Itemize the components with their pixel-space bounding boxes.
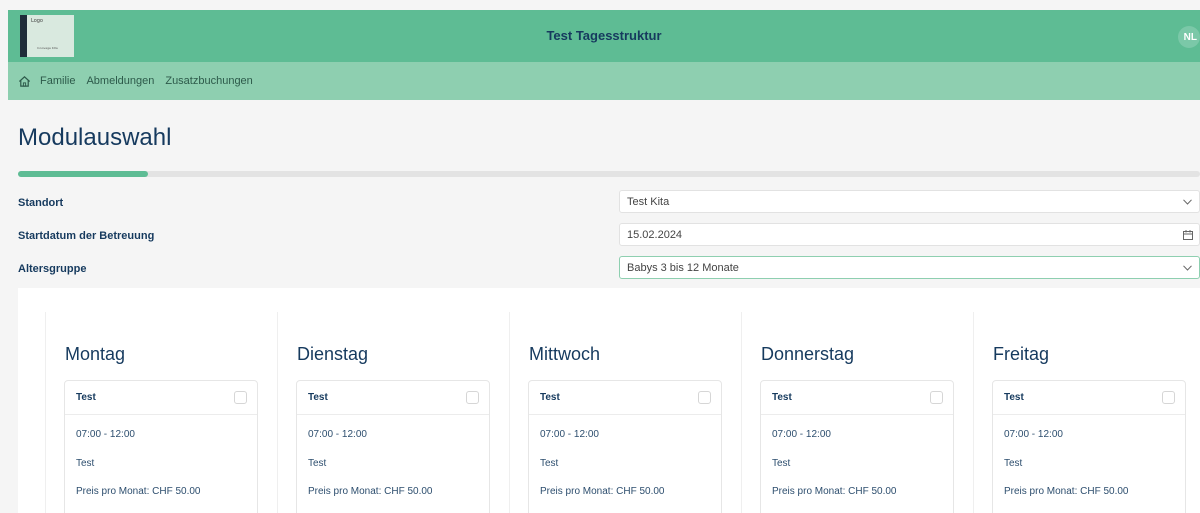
chevron-down-icon — [1182, 196, 1193, 207]
day-column-freitag: Freitag Test 07:00 - 12:00 Test Preis pr… — [973, 312, 1200, 513]
logo-text: Logo — [31, 18, 43, 24]
module-time: 07:00 - 12:00 — [308, 429, 367, 440]
module-price: Preis pro Monat: CHF 50.00 — [772, 486, 897, 497]
day-title: Dienstag — [297, 344, 369, 364]
module-description: Test — [540, 458, 559, 469]
app-title: Test Tagesstruktur — [546, 28, 662, 43]
startdatum-label: Startdatum der Betreuung — [18, 230, 155, 242]
nav-bar: Familie Abmeldungen Zusatzbuchungen — [8, 62, 1200, 100]
module-time: 07:00 - 12:00 — [76, 429, 135, 440]
altersgruppe-value: Babys 3 bis 12 Monate — [627, 261, 739, 274]
day-title: Donnerstag — [761, 344, 855, 364]
day-column-dienstag: Dienstag Test 07:00 - 12:00 Test Preis p… — [277, 312, 509, 513]
card-header: Test — [993, 381, 1185, 415]
module-description: Test — [76, 458, 95, 469]
module-card[interactable]: Test 07:00 - 12:00 Test Preis pro Monat:… — [64, 380, 258, 513]
module-price: Preis pro Monat: CHF 50.00 — [308, 486, 433, 497]
standort-value: Test Kita — [627, 195, 670, 208]
module-card[interactable]: Test 07:00 - 12:00 Test Preis pro Monat:… — [528, 380, 722, 513]
module-name: Test — [540, 392, 560, 403]
day-title: Montag — [65, 344, 126, 364]
module-checkbox[interactable] — [234, 391, 247, 404]
module-time: 07:00 - 12:00 — [772, 429, 831, 440]
progress-fill — [18, 171, 149, 177]
module-price: Preis pro Monat: CHF 50.00 — [540, 486, 665, 497]
module-price: Preis pro Monat: CHF 50.00 — [76, 486, 201, 497]
day-column-montag: Montag Test 07:00 - 12:00 Test Preis pro… — [45, 312, 277, 513]
module-price: Preis pro Monat: CHF 50.00 — [1004, 486, 1129, 497]
module-time: 07:00 - 12:00 — [540, 429, 599, 440]
standort-select[interactable]: Test Kita — [619, 190, 1200, 213]
altersgruppe-select[interactable]: Babys 3 bis 12 Monate — [619, 256, 1200, 279]
module-name: Test — [1004, 392, 1024, 403]
module-time: 07:00 - 12:00 — [1004, 429, 1063, 440]
page-title: Modulauswahl — [18, 124, 172, 151]
logo-subtext: Innovage Kita — [37, 46, 58, 50]
module-name: Test — [76, 392, 96, 403]
day-title: Freitag — [993, 344, 1050, 364]
chevron-down-icon — [1182, 262, 1193, 273]
user-avatar[interactable]: NL — [1178, 26, 1200, 48]
module-description: Test — [772, 458, 791, 469]
calendar-icon[interactable] — [1182, 229, 1193, 240]
module-checkbox[interactable] — [930, 391, 943, 404]
top-bar: Logo Innovage Kita Test Tagesstruktur NL — [8, 10, 1200, 62]
card-header: Test — [65, 381, 257, 415]
nav-link-abmeldungen[interactable]: Abmeldungen — [86, 75, 154, 87]
startdatum-value: 15.02.2024 — [627, 228, 683, 241]
card-header: Test — [529, 381, 721, 415]
module-checkbox[interactable] — [698, 391, 711, 404]
day-column-mittwoch: Mittwoch Test 07:00 - 12:00 Test Preis p… — [509, 312, 741, 513]
module-checkbox[interactable] — [1162, 391, 1175, 404]
card-header: Test — [297, 381, 489, 415]
module-panel: Montag Test 07:00 - 12:00 Test Preis pro… — [18, 288, 1200, 513]
module-checkbox[interactable] — [466, 391, 479, 404]
module-card[interactable]: Test 07:00 - 12:00 Test Preis pro Monat:… — [296, 380, 490, 513]
module-name: Test — [308, 392, 328, 403]
day-column-donnerstag: Donnerstag Test 07:00 - 12:00 Test Preis… — [741, 312, 973, 513]
altersgruppe-label: Altersgruppe — [18, 263, 87, 275]
nav-link-familie[interactable]: Familie — [40, 75, 75, 87]
module-card[interactable]: Test 07:00 - 12:00 Test Preis pro Monat:… — [760, 380, 954, 513]
module-description: Test — [1004, 458, 1023, 469]
home-icon[interactable] — [18, 74, 32, 88]
progress-bar — [18, 171, 1200, 177]
card-header: Test — [761, 381, 953, 415]
nav-link-zusatzbuchungen[interactable]: Zusatzbuchungen — [165, 75, 252, 87]
day-title: Mittwoch — [529, 344, 601, 364]
module-card[interactable]: Test 07:00 - 12:00 Test Preis pro Monat:… — [992, 380, 1186, 513]
module-description: Test — [308, 458, 327, 469]
standort-label: Standort — [18, 197, 64, 209]
startdatum-input[interactable]: 15.02.2024 — [619, 223, 1200, 246]
module-name: Test — [772, 392, 792, 403]
